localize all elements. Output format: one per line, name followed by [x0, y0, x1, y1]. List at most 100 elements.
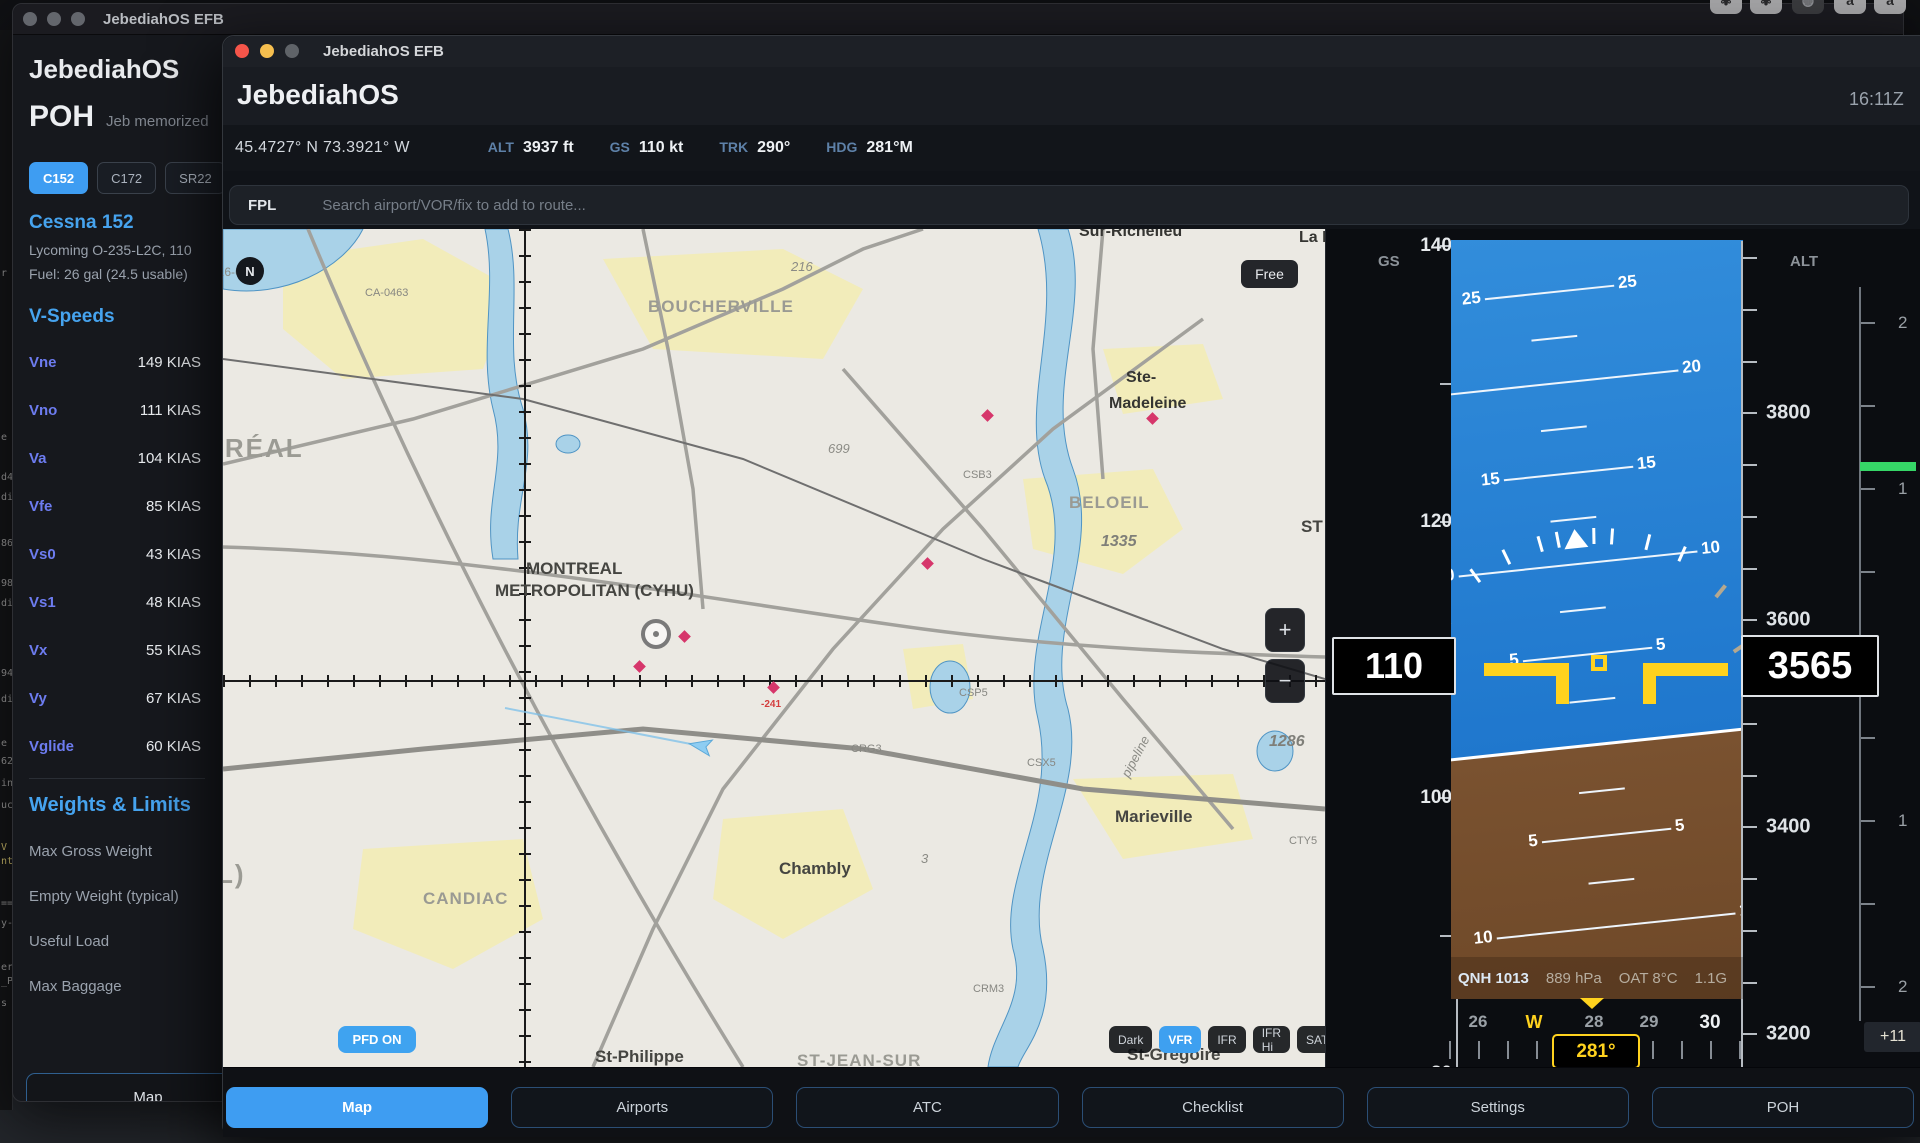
aircraft-tab[interactable]: SR22	[165, 162, 223, 194]
dock-app-icon[interactable]: ✾	[1750, 0, 1782, 14]
tick	[1743, 982, 1757, 984]
dock-app-icon[interactable]: a	[1874, 0, 1906, 14]
tick	[1861, 488, 1875, 490]
poh-sidebar: JebediahOS POHJeb memorized C152C172SR22…	[13, 34, 223, 1101]
dock-app-icon[interactable]: ◍	[1792, 0, 1824, 14]
tick	[1681, 1041, 1683, 1059]
map-label: CANDIAC	[423, 889, 508, 909]
map-label: ST	[1301, 517, 1323, 537]
tick	[1507, 1041, 1509, 1059]
minimize-button-inactive[interactable]	[47, 12, 61, 26]
zoom-in-button[interactable]: +	[1265, 608, 1305, 652]
zoom-button[interactable]	[285, 44, 299, 58]
weight-row: Empty Weight (typical)	[29, 874, 219, 919]
tick	[1861, 903, 1875, 905]
map-style-button[interactable]: IFR	[1208, 1026, 1245, 1053]
vsi-label: 2	[1898, 977, 1907, 997]
map-label: CTY5	[1289, 835, 1317, 847]
free-pan-button[interactable]: Free	[1241, 260, 1298, 288]
map-canvas	[223, 229, 1325, 1067]
aircraft-tab[interactable]: C152	[29, 162, 88, 194]
flight-plan-search-bar: FPL	[229, 185, 1909, 225]
nav-button[interactable]: Map	[226, 1087, 488, 1128]
zoom-out-button[interactable]: −	[1265, 659, 1305, 703]
map-label: BELOEIL	[1069, 493, 1150, 513]
tick	[1861, 820, 1875, 822]
altitude-readout: 3565	[1741, 635, 1879, 697]
vspeed-label: Va	[29, 450, 47, 467]
pitch-label-right: 15	[1636, 451, 1666, 474]
status-alt: ALT3937 ft	[488, 139, 574, 157]
aircraft-selector: C152 C172 SR22	[29, 162, 223, 194]
close-button[interactable]	[235, 44, 249, 58]
status-trk: TRK290°	[719, 139, 790, 157]
nav-button[interactable]: Checklist	[1082, 1087, 1344, 1128]
map-style-button[interactable]: VFR	[1159, 1026, 1201, 1053]
map-label: Marieville	[1115, 807, 1193, 827]
map-label: CRM3	[973, 983, 1004, 995]
map-style-button[interactable]: SAT	[1297, 1026, 1325, 1053]
sidebar-map-button[interactable]: Map	[26, 1073, 223, 1101]
aircraft-tab[interactable]: C172	[97, 162, 156, 194]
status-hdg: HDG281°M	[826, 139, 913, 157]
weight-row: Max Baggage	[29, 964, 219, 1009]
map-style-button[interactable]: IFR Hi	[1253, 1026, 1290, 1053]
bottom-navigation: Map Airports ATC Checklist Settings POH	[223, 1067, 1920, 1137]
vspeed-row: Vno 111 KIAS	[29, 386, 201, 434]
vspeed-value: 104 KIAS	[138, 450, 201, 467]
code-fragment: e	[1, 738, 7, 749]
pitch-label-left: 5	[1509, 831, 1539, 854]
oat-value: OAT 8°C	[1619, 970, 1678, 987]
pitch-label-left: 25	[1452, 288, 1482, 311]
vsi-label: 1	[1898, 479, 1907, 499]
map-label: MONTREAL	[526, 559, 622, 579]
background-window-titlebar: JebediahOS EFB	[13, 4, 1903, 35]
map-style-button[interactable]: Dark	[1109, 1026, 1152, 1053]
vsi-indicator-bar	[1860, 462, 1916, 471]
vspeed-label: Vfe	[29, 498, 52, 515]
map-label: Madeleine	[1109, 395, 1186, 413]
heading-readout: 281°	[1552, 1034, 1640, 1067]
map-label: 699	[828, 441, 850, 456]
pitch-label-left: 15	[1471, 469, 1501, 492]
tick	[1743, 516, 1757, 518]
north-up-button[interactable]: N	[236, 257, 264, 285]
map-label: TRÉAL	[223, 433, 304, 464]
vspeed-value: 48 KIAS	[146, 594, 201, 611]
vspeed-row: Vfe 85 KIAS	[29, 482, 201, 530]
nav-button[interactable]: ATC	[796, 1087, 1058, 1128]
vspeed-value: 67 KIAS	[146, 690, 201, 707]
map-label: 3	[921, 851, 928, 866]
close-button-inactive[interactable]	[23, 12, 37, 26]
zoom-button-inactive[interactable]	[71, 12, 85, 26]
map-label: 1286	[1269, 733, 1305, 751]
vspeed-row: Vx 55 KIAS	[29, 626, 201, 674]
nav-button[interactable]: POH	[1652, 1087, 1914, 1128]
minimize-button[interactable]	[260, 44, 274, 58]
vspeed-row: Vy 67 KIAS	[29, 674, 201, 722]
pitch-label-right: 25	[1617, 270, 1647, 293]
vfr-sectional-map[interactable]: 616-662CA-0463BOUCHERVILLE216Sur-Richeli…	[223, 229, 1325, 1067]
aircraft-symbol-left	[1484, 663, 1569, 704]
pfd-toggle-button[interactable]: PFD ON	[338, 1026, 416, 1053]
route-search-input[interactable]	[320, 196, 1908, 215]
altitude-tape-label: 3200	[1766, 1023, 1811, 1046]
vspeeds-heading: V-Speeds	[29, 306, 115, 328]
vspeed-value: 43 KIAS	[146, 546, 201, 563]
tick	[1743, 723, 1757, 725]
airspeed-tape-label: 100	[1420, 787, 1452, 809]
bank-tick	[1592, 528, 1595, 544]
tick	[1449, 1041, 1451, 1059]
tick	[1743, 930, 1757, 932]
heading-label: 30	[1699, 1012, 1720, 1034]
dock-app-icon[interactable]: a	[1834, 0, 1866, 14]
map-label: CSX5	[1027, 757, 1056, 769]
divider	[29, 778, 205, 779]
nav-button[interactable]: Airports	[511, 1087, 773, 1128]
tick	[1743, 826, 1757, 828]
map-label: ST-JEAN-SUR	[797, 1051, 921, 1067]
map-label: La Présentatio	[1299, 229, 1325, 247]
dock-app-icon[interactable]: ✾	[1710, 0, 1742, 14]
nav-button[interactable]: Settings	[1367, 1087, 1629, 1128]
pitch-label-left: 10	[1464, 927, 1494, 950]
